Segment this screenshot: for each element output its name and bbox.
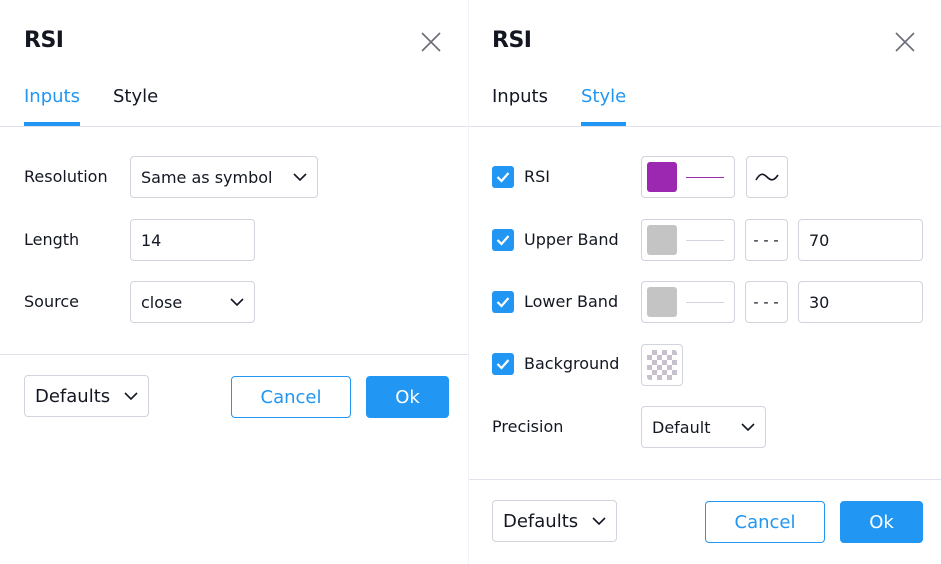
length-label: Length: [24, 230, 80, 249]
resolution-select[interactable]: Same as symbol: [130, 156, 318, 198]
checkmark-icon: [496, 172, 510, 183]
color-swatch: [647, 225, 677, 255]
cancel-button[interactable]: Cancel: [705, 501, 825, 543]
cancel-button[interactable]: Cancel: [231, 376, 351, 418]
footer-divider: [0, 354, 468, 355]
background-label: Background: [524, 354, 620, 373]
ok-button[interactable]: Ok: [366, 376, 449, 418]
defaults-dropdown[interactable]: Defaults: [24, 375, 149, 417]
defaults-label: Defaults: [503, 510, 579, 532]
source-select[interactable]: close: [130, 281, 255, 323]
upper-band-value: 70: [809, 230, 830, 250]
source-value: close: [141, 292, 183, 312]
line-wave-icon: [755, 173, 779, 181]
lower-band-checkbox[interactable]: [492, 291, 514, 313]
tab-style[interactable]: Style: [113, 86, 158, 126]
close-icon[interactable]: [893, 30, 917, 54]
chevron-down-icon: [293, 173, 307, 181]
length-input[interactable]: 14: [130, 219, 255, 261]
dashed-line-icon: ---: [751, 231, 782, 249]
precision-value: Default: [652, 417, 711, 437]
transparent-swatch: [647, 350, 677, 380]
lower-band-value: 30: [809, 292, 830, 312]
length-value: 14: [141, 230, 162, 250]
upper-band-label: Upper Band: [524, 230, 619, 249]
rsi-inputs-dialog: RSI Inputs Style Resolution Same as symb…: [0, 0, 468, 564]
footer-divider: [469, 479, 941, 480]
line-preview: [686, 177, 724, 178]
dialog-title: RSI: [24, 28, 64, 53]
checkmark-icon: [496, 235, 510, 246]
checkmark-icon: [496, 297, 510, 308]
upper-band-checkbox[interactable]: [492, 229, 514, 251]
defaults-dropdown[interactable]: Defaults: [492, 500, 617, 542]
defaults-label: Defaults: [35, 385, 111, 407]
chevron-down-icon: [741, 423, 755, 431]
background-color-picker[interactable]: [641, 344, 683, 386]
tab-inputs[interactable]: Inputs: [492, 86, 548, 126]
rsi-color-picker[interactable]: [641, 156, 735, 198]
checkmark-icon: [496, 359, 510, 370]
plot-style-button[interactable]: [746, 156, 788, 198]
resolution-value: Same as symbol: [141, 167, 273, 187]
line-preview: [686, 240, 724, 241]
tabs-divider: [469, 126, 941, 127]
color-swatch: [647, 162, 677, 192]
lower-band-label: Lower Band: [524, 292, 619, 311]
chevron-down-icon: [124, 392, 138, 400]
upper-band-color-picker[interactable]: [641, 219, 735, 261]
dashed-line-icon: ---: [751, 293, 782, 311]
precision-label: Precision: [492, 417, 564, 436]
close-icon[interactable]: [419, 30, 443, 54]
tab-style[interactable]: Style: [581, 86, 627, 126]
upper-band-value-input[interactable]: 70: [798, 219, 923, 261]
tab-inputs[interactable]: Inputs: [24, 86, 80, 126]
tabs-divider: [0, 126, 468, 127]
rsi-style-dialog: RSI Inputs Style RSI Upper Band --- 70 L…: [468, 0, 941, 564]
dialog-title: RSI: [492, 28, 532, 53]
rsi-checkbox[interactable]: [492, 166, 514, 188]
rsi-label: RSI: [524, 167, 550, 186]
background-checkbox[interactable]: [492, 353, 514, 375]
lower-band-value-input[interactable]: 30: [798, 281, 923, 323]
ok-button[interactable]: Ok: [840, 501, 923, 543]
source-label: Source: [24, 292, 79, 311]
upper-band-line-style-button[interactable]: ---: [745, 219, 788, 261]
precision-select[interactable]: Default: [641, 406, 766, 448]
lower-band-line-style-button[interactable]: ---: [745, 281, 788, 323]
chevron-down-icon: [230, 298, 244, 306]
lower-band-color-picker[interactable]: [641, 281, 735, 323]
chevron-down-icon: [592, 517, 606, 525]
line-preview: [686, 302, 724, 303]
color-swatch: [647, 287, 677, 317]
resolution-label: Resolution: [24, 167, 108, 186]
